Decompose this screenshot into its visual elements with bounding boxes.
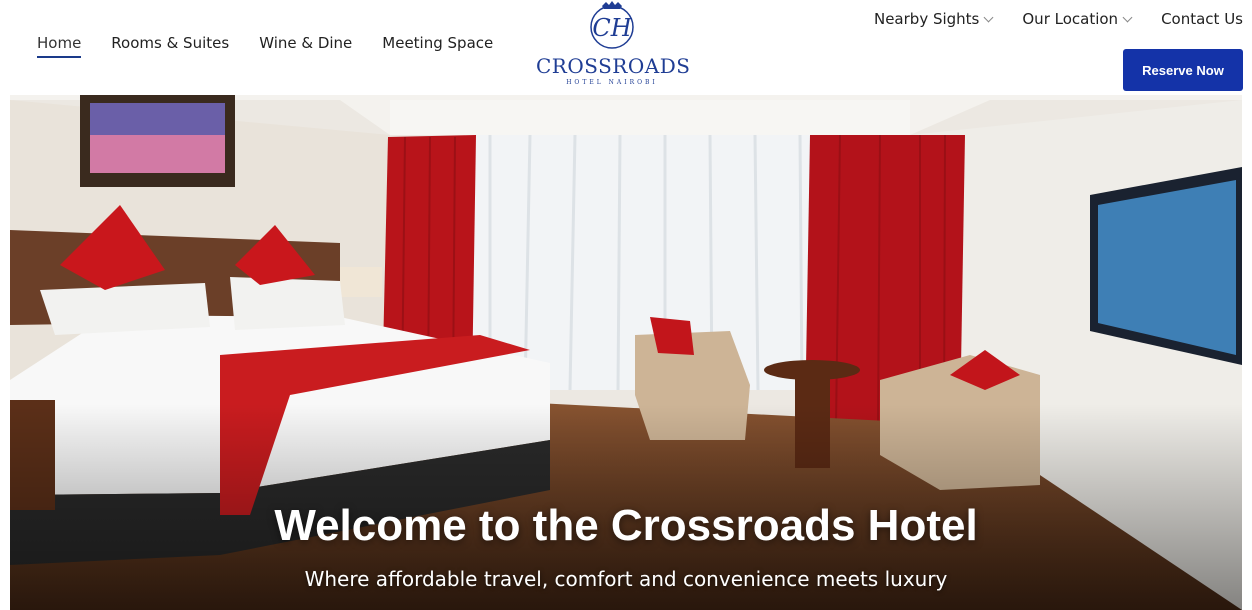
nav-contact-us-label: Contact Us — [1161, 10, 1243, 28]
chevron-down-icon — [983, 12, 994, 22]
crown-monogram-icon: CH — [590, 1, 634, 49]
secondary-nav: Nearby Sights Our Location Contact Us — [844, 10, 1243, 28]
hero-title: Welcome to the Crossroads Hotel — [274, 501, 978, 550]
nav-wine-dine[interactable]: Wine & Dine — [259, 34, 352, 58]
logo-subtitle: HOTEL NAIROBI — [566, 79, 658, 86]
nav-our-location-label: Our Location — [1022, 10, 1119, 28]
nav-meeting-space[interactable]: Meeting Space — [382, 34, 493, 58]
hero-subtitle: Where affordable travel, comfort and con… — [304, 567, 948, 591]
nav-nearby-sights[interactable]: Nearby Sights — [873, 10, 994, 28]
logo-monogram: CH — [592, 14, 632, 42]
hero-banner: Welcome to the Crossroads Hotel Where af… — [10, 95, 1242, 610]
logo-name: CROSSROADS — [536, 54, 691, 78]
chevron-down-icon — [1122, 12, 1133, 22]
reserve-now-button[interactable]: Reserve Now — [1123, 49, 1243, 91]
nav-our-location[interactable]: Our Location — [1022, 10, 1133, 28]
nav-nearby-sights-label: Nearby Sights — [873, 10, 980, 28]
nav-rooms-suites[interactable]: Rooms & Suites — [111, 34, 229, 58]
hotel-logo[interactable]: CH CROSSROADS HOTEL NAIROBI — [536, 0, 691, 90]
site-header: Home Rooms & Suites Wine & Dine Meeting … — [0, 0, 1252, 95]
nav-home[interactable]: Home — [37, 34, 82, 58]
nav-contact-us[interactable]: Contact Us — [1161, 10, 1243, 28]
main-nav: Home Rooms & Suites Wine & Dine Meeting … — [37, 34, 523, 58]
